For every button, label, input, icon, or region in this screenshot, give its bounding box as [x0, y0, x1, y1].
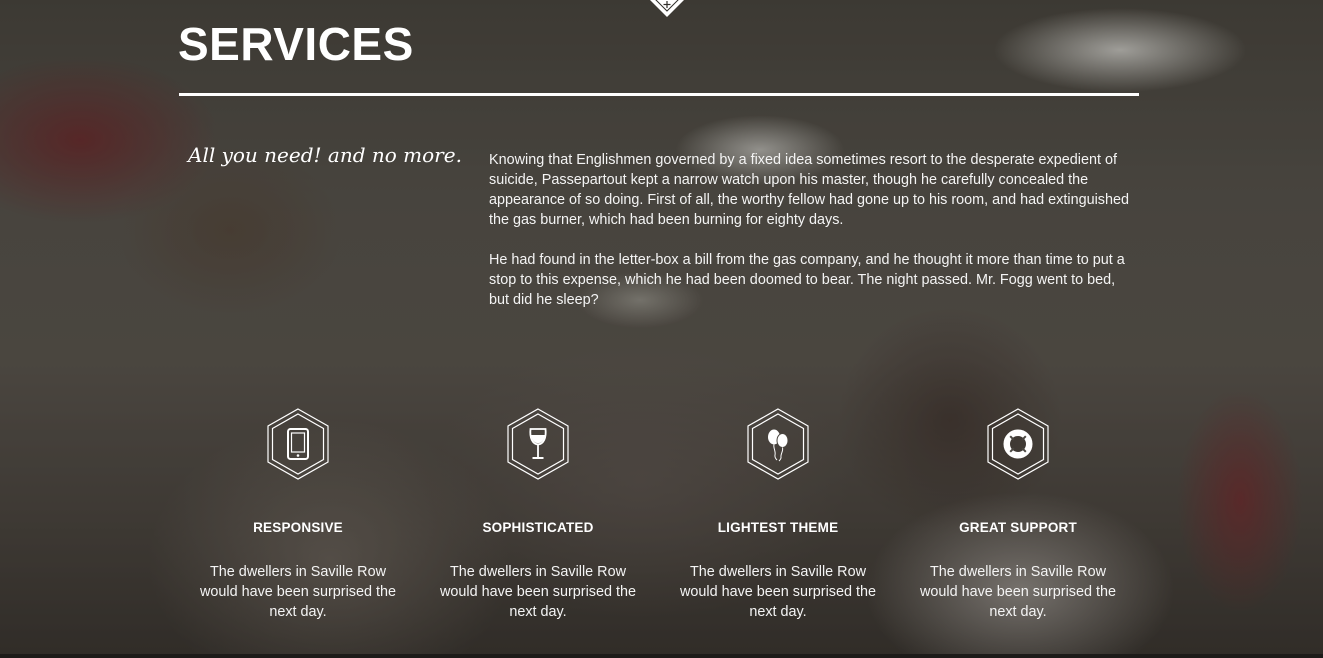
service-description: The dwellers in Saville Row would have b… — [439, 564, 636, 620]
tagline: All you need! and no more. — [188, 143, 462, 167]
intro-paragraph: He had found in the letter-box a bill fr… — [489, 252, 1125, 308]
plus-icon[interactable] — [646, 0, 688, 20]
title-divider — [179, 93, 1139, 96]
life-ring-icon — [987, 408, 1049, 480]
service-item-responsive: RESPONSIVE The dwellers in Saville Row w… — [178, 408, 418, 622]
wine-glass-icon — [507, 408, 569, 480]
tablet-icon — [267, 408, 329, 480]
services-section: SERVICES All you need! and no more. Know… — [0, 0, 1323, 658]
service-item-great-support: GREAT SUPPORT The dwellers in Saville Ro… — [898, 408, 1138, 622]
intro-text: Knowing that Englishmen governed by a fi… — [489, 150, 1139, 330]
bottom-edge — [0, 654, 1323, 658]
service-description: The dwellers in Saville Row would have b… — [199, 564, 396, 620]
service-description: The dwellers in Saville Row would have b… — [919, 564, 1116, 620]
intro-paragraph: Knowing that Englishmen governed by a fi… — [489, 152, 1129, 228]
services-grid: RESPONSIVE The dwellers in Saville Row w… — [178, 408, 1138, 622]
service-item-sophisticated: SOPHISTICATED The dwellers in Saville Ro… — [418, 408, 658, 622]
service-description: The dwellers in Saville Row would have b… — [679, 564, 876, 620]
service-title: LIGHTEST THEME — [717, 520, 839, 535]
service-title: RESPONSIVE — [253, 520, 343, 535]
service-item-lightest-theme: LIGHTEST THEME The dwellers in Saville R… — [658, 408, 898, 622]
section-title: SERVICES — [178, 18, 414, 70]
balloons-icon — [747, 408, 809, 480]
service-title: SOPHISTICATED — [482, 520, 594, 535]
service-title: GREAT SUPPORT — [959, 520, 1077, 535]
